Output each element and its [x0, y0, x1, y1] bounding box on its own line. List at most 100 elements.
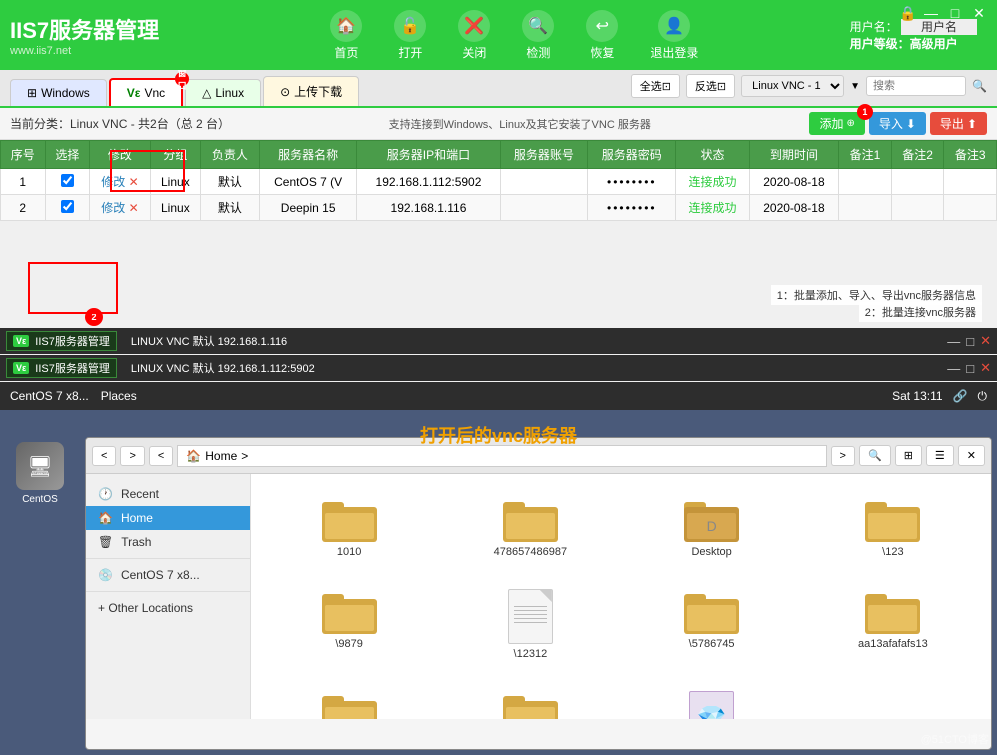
tab-windows[interactable]: ⊞ Windows — [10, 79, 107, 106]
maximize-button[interactable]: □ — [947, 5, 963, 21]
logo-area: IIS7服务器管理 www.iis7.net — [10, 13, 159, 57]
user-level: 用户等级：高级用户 — [850, 35, 958, 52]
fm-forward-button[interactable]: > — [120, 446, 144, 466]
row-checkbox[interactable] — [61, 200, 74, 213]
drive-icon: 💿 — [98, 568, 113, 582]
vnc-minimize-1[interactable]: — — [947, 333, 960, 349]
cell-server-name: Deepin 15 — [259, 195, 357, 221]
tab-bar: ⊞ Windows Vε Vnc 窗口 △ Linux ⊙ 上传下载 全选⊡ 反… — [0, 70, 997, 108]
folder-icon — [322, 691, 377, 719]
power-icon[interactable]: ⏻ — [978, 389, 988, 404]
group-dropdown[interactable]: Linux VNC - 1 — [741, 75, 844, 97]
nav-logout-button[interactable]: 👤 退出登录 — [638, 6, 710, 65]
cell-password: •••••••• — [588, 169, 676, 195]
file-item-extra1[interactable] — [266, 683, 432, 719]
file-item-aa13[interactable]: aa13afafafs13 — [810, 581, 976, 668]
import-button[interactable]: 导入 ⬇ — [869, 112, 926, 135]
invert-select-button[interactable]: 反选⊡ — [686, 74, 735, 98]
cell-modify[interactable]: 修改 ✕ — [90, 169, 151, 195]
close-window-button[interactable]: ✕ — [971, 5, 987, 21]
col-num: 序号 — [1, 141, 46, 169]
file-label: aa13afafafs13 — [858, 638, 928, 650]
file-label: Desktop — [691, 546, 731, 558]
delete-link[interactable]: ✕ — [129, 175, 139, 189]
nav-open-button[interactable]: 🔓 打开 — [382, 6, 438, 65]
fm-search-toggle[interactable]: 🔍 — [859, 445, 891, 466]
cell-check[interactable] — [45, 195, 90, 221]
cell-status: 连接成功 — [676, 195, 749, 221]
tab-vnc[interactable]: Vε Vnc 窗口 — [109, 78, 183, 106]
checkbox-annotation — [28, 262, 118, 314]
places-menu[interactable]: Places — [101, 389, 137, 403]
file-item-1010[interactable]: 1010 — [266, 489, 432, 566]
tab-linux[interactable]: △ Linux — [185, 79, 261, 106]
cell-group: Linux — [150, 195, 200, 221]
vnc-maximize-1[interactable]: □ — [966, 333, 974, 349]
fm-close-btn[interactable]: ✕ — [958, 445, 985, 466]
nav-buttons: 🏠 首页 🔓 打开 ❌ 关闭 🔍 检测 ↩ 恢复 👤 退出登录 — [179, 6, 849, 65]
delete-link[interactable]: ✕ — [129, 201, 139, 215]
col-account: 服务器账号 — [500, 141, 588, 169]
minimize-button[interactable]: — — [923, 5, 939, 21]
tab-actions: 全选⊡ 反选⊡ Linux VNC - 1 ▼ 🔍 — [631, 74, 987, 98]
fm-up-button[interactable]: < — [149, 446, 173, 466]
select-all-button[interactable]: 全选⊡ — [631, 74, 680, 98]
action-buttons: 添加 ⊕ 1 导入 ⬇ 导出 ⬆ — [809, 112, 987, 135]
annotation-note-2: 2：批量连接vnc服务器 — [859, 302, 982, 322]
modify-link[interactable]: 修改 — [101, 175, 125, 189]
download-icon: ⬇ — [906, 117, 916, 131]
fm-body: 🕐 Recent 🏠 Home 🗑 Trash — [86, 474, 991, 719]
row-checkbox[interactable] — [61, 174, 74, 187]
sidebar-divider-2 — [86, 591, 250, 592]
nav-close-button[interactable]: ❌ 关闭 — [446, 6, 502, 65]
file-item-478657[interactable]: 478657486987 — [447, 489, 613, 566]
file-item-12312[interactable]: \12312 — [447, 581, 613, 668]
col-password: 服务器密码 — [588, 141, 676, 169]
vnc-maximize-2[interactable]: □ — [966, 360, 974, 376]
file-item-9879[interactable]: \9879 — [266, 581, 432, 668]
logout-icon: 👤 — [658, 10, 690, 42]
linux-top-bar: CentOS 7 x8... Places Sat 13:11 🔗 ⏻ — [0, 382, 997, 410]
file-item-gem[interactable]: 💎 — [629, 683, 795, 719]
vnc-title-1: LINUX VNC 默认 192.168.1.116 — [131, 333, 941, 349]
file-item-desktop[interactable]: D Desktop — [629, 489, 795, 566]
modify-link[interactable]: 修改 — [101, 201, 125, 215]
sidebar-item-centos[interactable]: 💿 CentOS 7 x8... — [86, 563, 250, 587]
sidebar-item-trash[interactable]: 🗑 Trash — [86, 530, 250, 554]
fm-back-button[interactable]: < — [92, 446, 116, 466]
file-item-5786745[interactable]: \5786745 — [629, 581, 795, 668]
sidebar-item-home[interactable]: 🏠 Home — [86, 506, 250, 530]
home-sidebar-icon: 🏠 — [98, 511, 113, 525]
applications-menu[interactable]: CentOS 7 x8... — [10, 389, 89, 403]
vnc-bar-2-manager: Vε IIS7服务器管理 — [6, 358, 117, 378]
dropdown-arrow-icon: ▼ — [850, 81, 860, 92]
fm-list-view[interactable]: ☰ — [926, 445, 954, 466]
cell-modify[interactable]: 修改 ✕ — [90, 195, 151, 221]
fm-view-toggle[interactable]: ⊞ — [895, 445, 922, 466]
cell-password: •••••••• — [588, 195, 676, 221]
cell-check[interactable] — [45, 169, 90, 195]
fm-next-button[interactable]: > — [831, 446, 855, 466]
vnc-close-2[interactable]: ✕ — [980, 360, 991, 376]
export-button[interactable]: 导出 ⬆ — [930, 112, 987, 135]
cell-group: Linux — [150, 169, 200, 195]
folder-icon — [322, 589, 377, 634]
vnc-close-1[interactable]: ✕ — [980, 333, 991, 349]
nav-detect-button[interactable]: 🔍 检测 — [510, 6, 566, 65]
windows-icon: ⊞ — [27, 86, 37, 100]
desktop-icon-centos: 🖥 CentOS — [10, 442, 70, 512]
file-item-extra2[interactable] — [447, 683, 613, 719]
lock-icon[interactable]: 🔒 — [899, 5, 915, 21]
nav-home-button[interactable]: 🏠 首页 — [318, 6, 374, 65]
sidebar-item-other[interactable]: + Other Locations — [86, 596, 250, 620]
sidebar-item-recent[interactable]: 🕐 Recent — [86, 482, 250, 506]
tab-upload[interactable]: ⊙ 上传下载 — [263, 76, 359, 106]
col-status: 状态 — [676, 141, 749, 169]
search-input[interactable] — [866, 76, 966, 96]
col-note2: 备注2 — [891, 141, 944, 169]
add-button[interactable]: 添加 ⊕ — [809, 112, 864, 135]
vnc-logo-2: Vε — [13, 362, 29, 374]
vnc-minimize-2[interactable]: — — [947, 360, 960, 376]
file-item-123[interactable]: \123 — [810, 489, 976, 566]
nav-restore-button[interactable]: ↩ 恢复 — [574, 6, 630, 65]
